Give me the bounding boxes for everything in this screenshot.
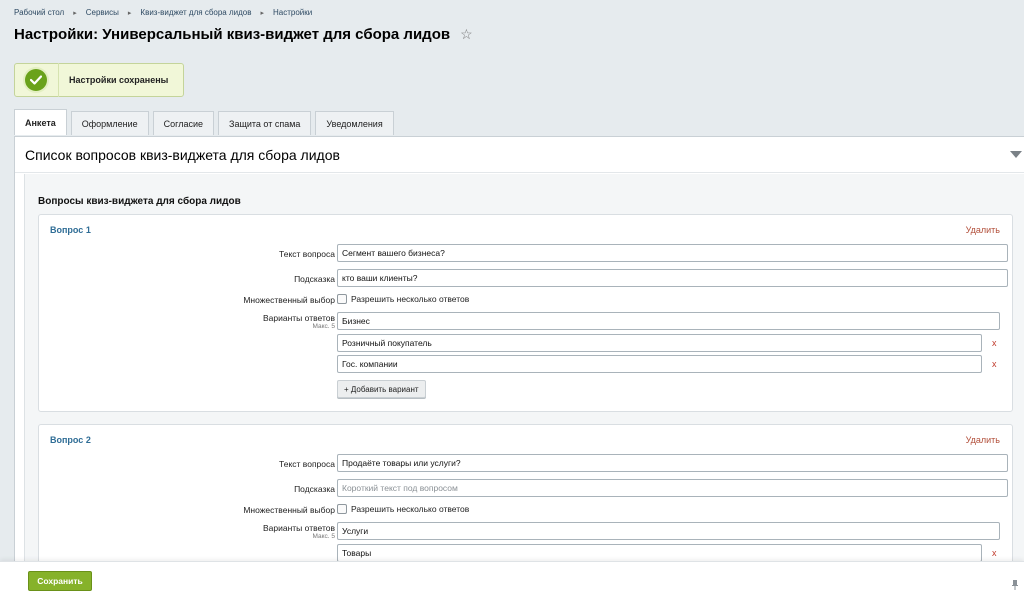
saved-notice: Настройки сохранены (14, 63, 184, 97)
footer-bar: Сохранить (0, 561, 1024, 600)
breadcrumb-item-widget[interactable]: Квиз-виджет для сбора лидов (140, 8, 251, 17)
breadcrumb-item-desktop[interactable]: Рабочий стол (14, 8, 64, 17)
question-card-2: Вопрос 2 Удалить Текст вопроса Подсказка… (38, 424, 1013, 584)
question-text-label: Текст вопроса (279, 249, 335, 259)
multiple-choice-checkbox[interactable] (337, 504, 347, 514)
hint-input[interactable] (337, 479, 1008, 497)
section-header[interactable]: Список вопросов квиз-виджета для сбора л… (15, 137, 1024, 173)
multiple-choice-checkbox[interactable] (337, 294, 347, 304)
collapse-icon[interactable] (1010, 151, 1022, 158)
settings-panel: Список вопросов квиз-виджета для сбора л… (14, 136, 1024, 584)
options-label: Варианты ответов (263, 313, 335, 323)
tab-notifications[interactable]: Уведомления (315, 111, 394, 135)
multiple-choice-text: Разрешить несколько ответов (351, 504, 470, 514)
hint-input[interactable] (337, 269, 1008, 287)
page-title-row: Настройки: Универсальный квиз-виджет для… (14, 26, 473, 43)
questions-area: Вопросы квиз-виджета для сбора лидов Воп… (24, 174, 1024, 584)
chevron-right-icon: ▸ (260, 9, 264, 17)
question-text-input[interactable] (337, 244, 1008, 262)
option-input[interactable] (337, 334, 982, 352)
saved-notice-text: Настройки сохранены (69, 75, 169, 85)
questions-subtitle: Вопросы квиз-виджета для сбора лидов (38, 196, 241, 207)
check-icon (25, 69, 47, 91)
multiple-choice-text: Разрешить несколько ответов (351, 294, 470, 304)
chevron-right-icon: ▸ (127, 9, 132, 17)
notice-divider (58, 63, 59, 97)
add-option-button[interactable]: + Добавить вариант (337, 380, 426, 398)
multiple-choice-label: Множественный выбор (243, 295, 335, 305)
tab-consent[interactable]: Согласие (152, 111, 215, 135)
multiple-choice-row: Разрешить несколько ответов (337, 504, 469, 514)
breadcrumb-item-settings[interactable]: Настройки (273, 8, 312, 17)
option-input[interactable] (337, 355, 982, 373)
options-max-label: Макс. 5 (312, 533, 336, 540)
question-text-input[interactable] (337, 454, 1008, 472)
option-input[interactable] (337, 312, 1000, 330)
multiple-choice-label: Множественный выбор (243, 505, 335, 515)
delete-question-button[interactable]: Удалить (966, 435, 1000, 445)
question-text-label: Текст вопроса (279, 459, 335, 469)
question-title: Вопрос 1 (50, 225, 91, 235)
hint-label: Подсказка (294, 484, 335, 494)
hint-label: Подсказка (294, 274, 335, 284)
breadcrumb-item-services[interactable]: Сервисы (86, 8, 119, 17)
option-input[interactable] (337, 544, 982, 562)
options-max-label: Макс. 5 (312, 323, 336, 330)
chevron-right-icon: ▸ (73, 9, 77, 17)
question-card-1: Вопрос 1 Удалить Текст вопроса Подсказка… (38, 214, 1013, 412)
remove-option-icon[interactable]: x (992, 359, 997, 369)
remove-option-icon[interactable]: x (992, 338, 997, 348)
save-button[interactable]: Сохранить (28, 571, 92, 591)
star-icon[interactable]: ☆ (460, 26, 473, 43)
pin-icon[interactable] (1012, 577, 1018, 590)
question-title: Вопрос 2 (50, 435, 91, 445)
section-title: Список вопросов квиз-виджета для сбора л… (25, 146, 340, 163)
multiple-choice-row: Разрешить несколько ответов (337, 294, 469, 304)
breadcrumb: Рабочий стол ▸ Сервисы ▸ Квиз-виджет для… (14, 8, 312, 17)
tab-questionnaire[interactable]: Анкета (14, 109, 67, 135)
delete-question-button[interactable]: Удалить (966, 225, 1000, 235)
tab-spam-protection[interactable]: Защита от спама (218, 111, 312, 135)
page-title: Настройки: Универсальный квиз-виджет для… (14, 26, 451, 43)
remove-option-icon[interactable]: x (992, 548, 997, 558)
options-label: Варианты ответов (263, 523, 335, 533)
option-input[interactable] (337, 522, 1000, 540)
tab-bar: Анкета Оформление Согласие Защита от спа… (14, 109, 398, 135)
tab-design[interactable]: Оформление (70, 111, 149, 135)
